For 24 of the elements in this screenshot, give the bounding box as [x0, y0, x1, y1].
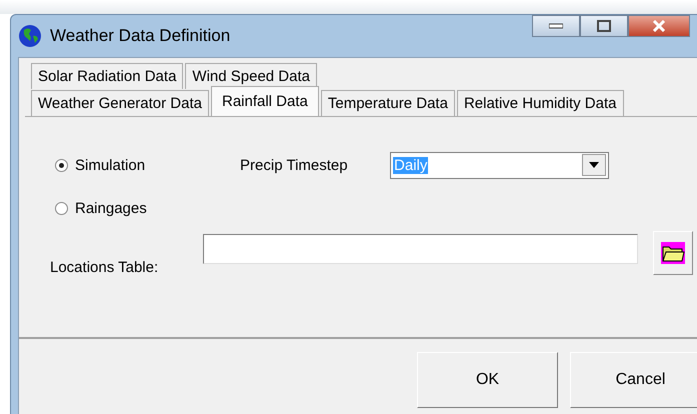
close-icon [652, 20, 666, 32]
field-label: Locations Table: [50, 259, 160, 276]
close-button[interactable] [628, 15, 690, 37]
tab[interactable]: Rainfall Data [210, 86, 319, 116]
tab[interactable]: Temperature Data [320, 90, 455, 116]
maximize-button[interactable] [580, 15, 628, 37]
tab[interactable]: Relative Humidity Data [456, 90, 624, 116]
tab[interactable]: Solar Radiation Data [31, 63, 184, 89]
dialog-button[interactable]: Cancel [570, 352, 697, 408]
maximize-icon [597, 20, 611, 32]
dropdown-value: Daily [393, 156, 428, 174]
window-title: Weather Data Definition [50, 26, 230, 46]
tab[interactable]: Weather Generator Data [31, 90, 209, 116]
tab[interactable]: Wind Speed Data [185, 63, 317, 89]
radio-option[interactable]: Simulation [55, 156, 146, 174]
globe-icon [18, 24, 42, 48]
minimize-icon [549, 23, 563, 29]
radio-option[interactable]: Raingages [55, 200, 147, 216]
folder-icon [661, 242, 685, 264]
minimize-button[interactable] [532, 15, 580, 37]
dialog-button[interactable]: OK [417, 352, 558, 408]
field-label: Precip Timestep [240, 156, 349, 174]
browse-button[interactable] [653, 231, 693, 275]
locations-table-field[interactable] [203, 234, 638, 264]
